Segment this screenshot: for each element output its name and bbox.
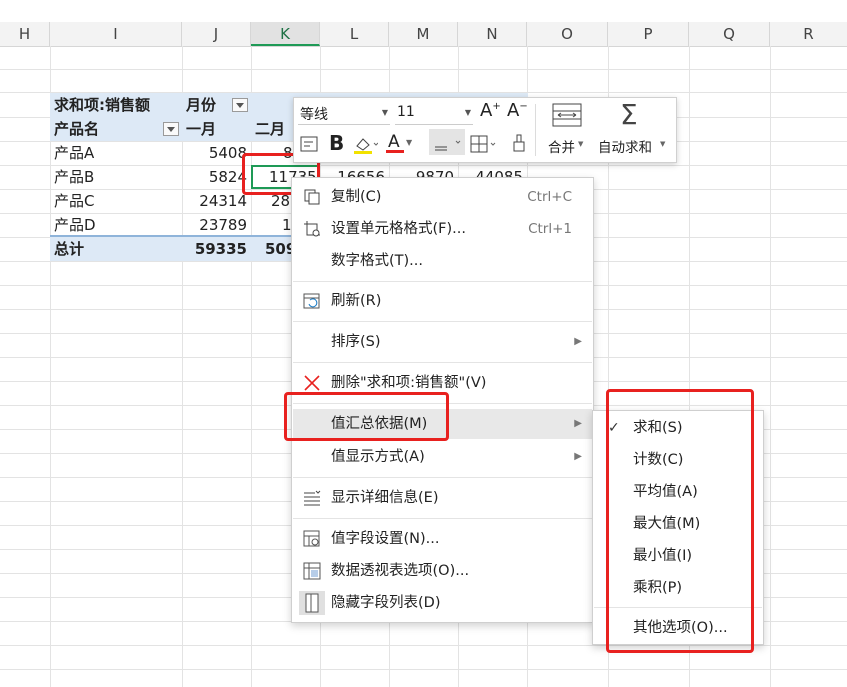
font-name-value: 等线 [300,107,328,123]
font-size-dropdown[interactable]: 11 ▼ [395,102,473,125]
autosum-button[interactable]: Σ 自动求和 ▼ [596,98,672,158]
menu-item-show-values-as[interactable]: 值显示方式(A) ▶ [293,442,592,472]
format-painter-icon[interactable] [509,132,529,154]
border-icon[interactable] [469,134,501,154]
pivot-cell[interactable]: 5824 [182,165,247,189]
pivot-cell[interactable]: 5408 [182,141,247,165]
menu-separator [293,321,592,322]
column-header-m[interactable]: M [389,22,458,46]
merge-icon [552,103,582,127]
menu-item-format-cells[interactable]: 设置单元格格式(F)... Ctrl+1 [293,214,592,244]
merge-button[interactable]: 合并 ▼ [544,102,588,158]
pivot-total-cell[interactable]: 509 [265,237,293,261]
column-header-k[interactable]: K [251,22,320,46]
row-field-filter-button[interactable] [163,122,179,136]
field-settings-icon [303,530,320,547]
menu-separator [293,518,592,519]
column-header-p[interactable]: P [608,22,689,46]
chevron-down-icon: ▼ [381,108,388,117]
bold-icon[interactable]: B [329,131,344,155]
column-header-bar: H I J K L M N O P Q R [0,22,847,47]
chevron-right-icon: ▶ [574,451,582,462]
delete-x-icon [304,375,320,391]
wrap-text-icon[interactable] [299,134,319,154]
autosum-label: 自动求和 [598,140,652,156]
pivot-total-cell[interactable]: 59335 [182,237,247,261]
pivot-cell[interactable]: 24314 [182,189,247,213]
chevron-right-icon: ▶ [574,336,582,347]
pivot-row-name[interactable]: 产品D [54,213,96,237]
merge-label: 合并 [548,140,575,156]
chevron-down-icon: ▼ [660,140,666,148]
pivot-total-row-bg [50,237,300,261]
fill-color-icon[interactable] [352,134,379,156]
column-header-h[interactable]: H [0,22,50,46]
chevron-down-icon: ▼ [578,140,584,148]
font-name-dropdown[interactable]: 等线 ▼ [298,102,390,125]
column-header-r[interactable]: R [770,22,847,46]
sigma-icon: Σ [620,98,638,131]
menu-item-number-format[interactable]: 数字格式(T)... [293,246,592,276]
column-header-q[interactable]: Q [689,22,770,46]
field-list-icon [299,591,325,615]
column-header-o[interactable]: O [527,22,608,46]
pivot-column-field[interactable]: 月份 [186,93,216,117]
menu-item-hide-field-list[interactable]: 隐藏字段列表(D) [293,588,592,618]
annotation-box-menu-item [284,392,449,441]
column-header-j[interactable]: J [182,22,251,46]
menu-item-refresh[interactable]: 刷新(R) [293,286,592,316]
pivot-cell[interactable]: 23789 [182,213,247,237]
refresh-icon [303,293,320,309]
menu-item-copy[interactable]: 复制(C) Ctrl+C [293,182,592,212]
column-field-filter-button[interactable] [232,98,248,112]
increase-font-icon[interactable]: A+ [480,100,501,121]
copy-icon [304,189,320,205]
pivot-month-2[interactable]: 二月 [255,117,295,141]
toolbar-divider [535,104,536,156]
pivot-options-icon [303,562,321,580]
menu-item-sort[interactable]: 排序(S) ▶ [293,327,592,357]
chevron-right-icon: ▶ [574,418,582,429]
format-cells-icon [304,221,320,237]
font-color-icon[interactable]: A ▼ [384,132,414,156]
pivot-row-label[interactable]: 产品名 [54,117,99,141]
chevron-down-icon: ▼ [464,108,471,117]
decrease-font-icon[interactable]: A− [507,100,528,121]
pivot-value-field[interactable]: 求和项:销售额 [54,93,150,117]
pivot-total-label[interactable]: 总计 [54,237,84,261]
menu-item-pivot-options[interactable]: 数据透视表选项(O)... [293,556,592,586]
font-size-value: 11 [397,104,415,120]
menu-item-show-details[interactable]: 显示详细信息(E) [293,483,592,513]
pivot-row-name[interactable]: 产品B [54,165,94,189]
menu-item-value-field-settings[interactable]: 值字段设置(N)... [293,524,592,554]
pivot-row-name[interactable]: 产品A [54,141,94,165]
pivot-month-1[interactable]: 一月 [186,117,216,141]
menu-separator [293,362,592,363]
menu-separator [293,477,592,478]
pivot-row-name[interactable]: 产品C [54,189,94,213]
column-header-l[interactable]: L [320,22,389,46]
details-list-icon [304,490,321,506]
align-icon[interactable] [429,129,465,155]
menu-separator [293,281,592,282]
annotation-box-submenu [606,389,754,653]
column-header-i[interactable]: I [50,22,182,46]
column-header-n[interactable]: N [458,22,527,46]
mini-toolbar: 等线 ▼ 11 ▼ A+ A− B A ▼ 合并 ▼ Σ 自动求和 ▼ [293,97,677,163]
